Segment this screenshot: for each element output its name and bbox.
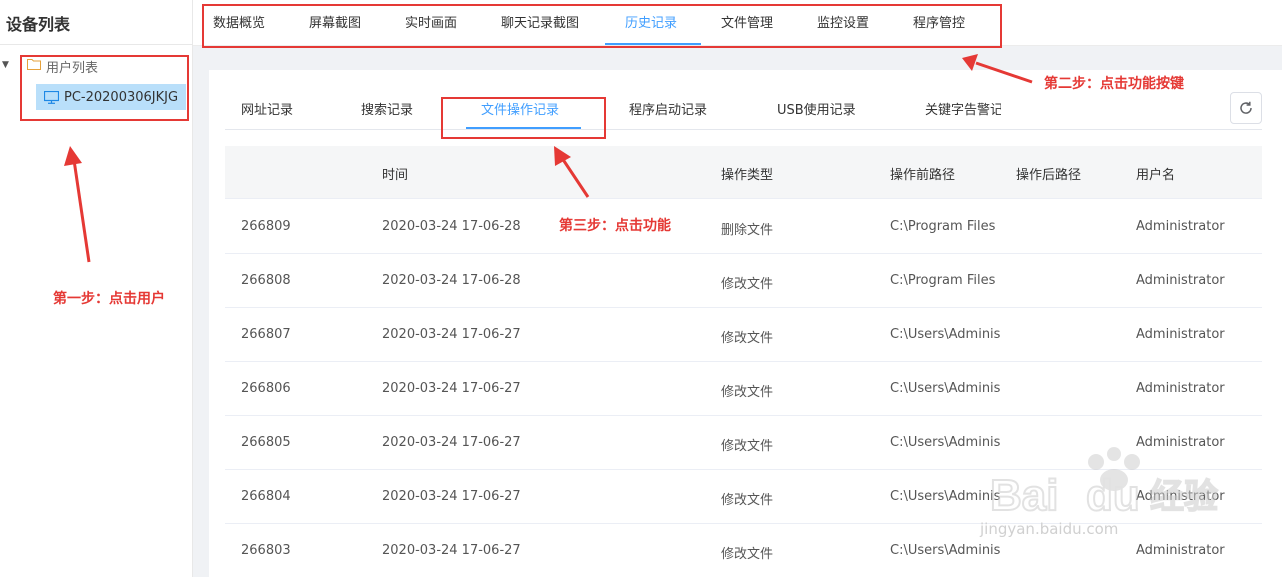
subtab-file-operation-records[interactable]: 文件操作记录 bbox=[481, 99, 559, 118]
tab-data-overview[interactable]: 数据概览 bbox=[213, 12, 265, 31]
tab-screenshots[interactable]: 屏幕截图 bbox=[309, 12, 361, 31]
col-path-before: 操作前路径 bbox=[890, 168, 956, 183]
cell-operation-type: 修改文件 bbox=[721, 331, 774, 346]
cell-operation-type: 修改文件 bbox=[721, 385, 774, 400]
cell-id: 266803 bbox=[241, 543, 291, 558]
cell-id: 266806 bbox=[241, 381, 291, 396]
cell-time: 2020-03-24 17-06-28 bbox=[382, 273, 521, 288]
refresh-button[interactable] bbox=[1230, 92, 1262, 124]
cell-path-before: C:\Program Files bbox=[890, 219, 996, 234]
cell-path-before: C:\Users\Adminis bbox=[890, 435, 1000, 450]
annotation-step3: 第三步：点击功能 bbox=[559, 218, 671, 234]
refresh-icon bbox=[1240, 101, 1252, 114]
cell-path-before: C:\Users\Adminis bbox=[890, 543, 1000, 558]
cell-operation-type: 修改文件 bbox=[721, 547, 774, 562]
table-row[interactable]: 266808 2020-03-24 17-06-28 修改文件 C:\Progr… bbox=[225, 254, 1262, 308]
cell-username: Administrator bbox=[1136, 543, 1225, 558]
tab-monitor-settings[interactable]: 监控设置 bbox=[817, 12, 869, 31]
tree-root-user-list[interactable]: 用户列表 bbox=[46, 57, 98, 76]
cell-time: 2020-03-24 17-06-27 bbox=[382, 435, 521, 450]
subtab-clip: 关键字告警记录 bbox=[925, 96, 1001, 120]
cell-id: 266808 bbox=[241, 273, 291, 288]
cell-id: 266805 bbox=[241, 435, 291, 450]
cell-operation-type: 修改文件 bbox=[721, 493, 774, 508]
cell-time: 2020-03-24 17-06-28 bbox=[382, 219, 521, 234]
table-row[interactable]: 266804 2020-03-24 17-06-27 修改文件 C:\Users… bbox=[225, 470, 1262, 524]
table-row[interactable]: 266809 2020-03-24 17-06-28 删除文件 C:\Progr… bbox=[225, 200, 1262, 254]
cell-path-before: C:\Users\Adminis bbox=[890, 489, 1000, 504]
tab-live-view[interactable]: 实时画面 bbox=[405, 12, 457, 31]
monitor-icon bbox=[44, 90, 59, 104]
subtab-search-records[interactable]: 搜索记录 bbox=[361, 99, 413, 118]
top-nav: 数据概览 屏幕截图 实时画面 聊天记录截图 历史记录 文件管理 监控设置 程序管… bbox=[193, 0, 1282, 46]
cell-path-before: C:\Users\Adminis bbox=[890, 381, 1000, 396]
subtab-border bbox=[225, 129, 1262, 130]
col-path-after: 操作后路径 bbox=[1016, 168, 1082, 183]
tab-program-control[interactable]: 程序管控 bbox=[913, 12, 965, 31]
subtab-program-launch-records[interactable]: 程序启动记录 bbox=[629, 99, 707, 118]
table-row[interactable]: 266805 2020-03-24 17-06-27 修改文件 C:\Users… bbox=[225, 416, 1262, 470]
cell-username: Administrator bbox=[1136, 435, 1225, 450]
subtab-usb-records[interactable]: USB使用记录 bbox=[777, 99, 856, 118]
active-tab-indicator bbox=[605, 43, 701, 45]
cell-username: Administrator bbox=[1136, 273, 1225, 288]
cell-operation-type: 修改文件 bbox=[721, 439, 774, 454]
sidebar-divider bbox=[0, 44, 193, 45]
tab-file-management[interactable]: 文件管理 bbox=[721, 12, 773, 31]
col-username: 用户名 bbox=[1136, 168, 1176, 183]
cell-username: Administrator bbox=[1136, 381, 1225, 396]
annotation-step2: 第二步：点击功能按键 bbox=[1044, 76, 1184, 92]
cell-username: Administrator bbox=[1136, 219, 1225, 234]
caret-down-icon[interactable]: ▼ bbox=[2, 60, 9, 70]
sidebar-title: 设备列表 bbox=[6, 15, 71, 34]
cell-time: 2020-03-24 17-06-27 bbox=[382, 489, 521, 504]
cell-path-before: C:\Users\Adminis bbox=[890, 327, 1000, 342]
cell-operation-type: 删除文件 bbox=[721, 223, 774, 238]
cell-time: 2020-03-24 17-06-27 bbox=[382, 327, 521, 342]
col-time: 时间 bbox=[382, 168, 409, 183]
cell-time: 2020-03-24 17-06-27 bbox=[382, 543, 521, 558]
tree-item-device-label: PC-20200306JKJG bbox=[64, 89, 179, 105]
cell-id: 266807 bbox=[241, 327, 291, 342]
table-header: 时间 操作类型 操作前路径 操作后路径 用户名 bbox=[225, 146, 1262, 199]
cell-id: 266804 bbox=[241, 489, 291, 504]
table-row[interactable]: 266806 2020-03-24 17-06-27 修改文件 C:\Users… bbox=[225, 362, 1262, 416]
watermark-url: jingyan.baidu.com bbox=[980, 520, 1119, 538]
col-operation-type: 操作类型 bbox=[721, 168, 774, 183]
cell-path-before: C:\Program Files bbox=[890, 273, 996, 288]
subtab-keyword-alerts[interactable]: 关键字告警记录 bbox=[925, 99, 1001, 118]
cell-id: 266809 bbox=[241, 219, 291, 234]
cell-time: 2020-03-24 17-06-27 bbox=[382, 381, 521, 396]
table-row[interactable]: 266807 2020-03-24 17-06-27 修改文件 C:\Users… bbox=[225, 308, 1262, 362]
cell-username: Administrator bbox=[1136, 327, 1225, 342]
folder-icon bbox=[27, 59, 41, 70]
cell-username: Administrator bbox=[1136, 489, 1225, 504]
tab-chat-screenshots[interactable]: 聊天记录截图 bbox=[501, 12, 579, 31]
annotation-step1: 第一步：点击用户 bbox=[53, 291, 165, 307]
tree-item-device[interactable]: PC-20200306JKJG bbox=[36, 84, 186, 110]
subtab-url-records[interactable]: 网址记录 bbox=[241, 99, 293, 118]
tab-history[interactable]: 历史记录 bbox=[625, 12, 677, 31]
cell-operation-type: 修改文件 bbox=[721, 277, 774, 292]
